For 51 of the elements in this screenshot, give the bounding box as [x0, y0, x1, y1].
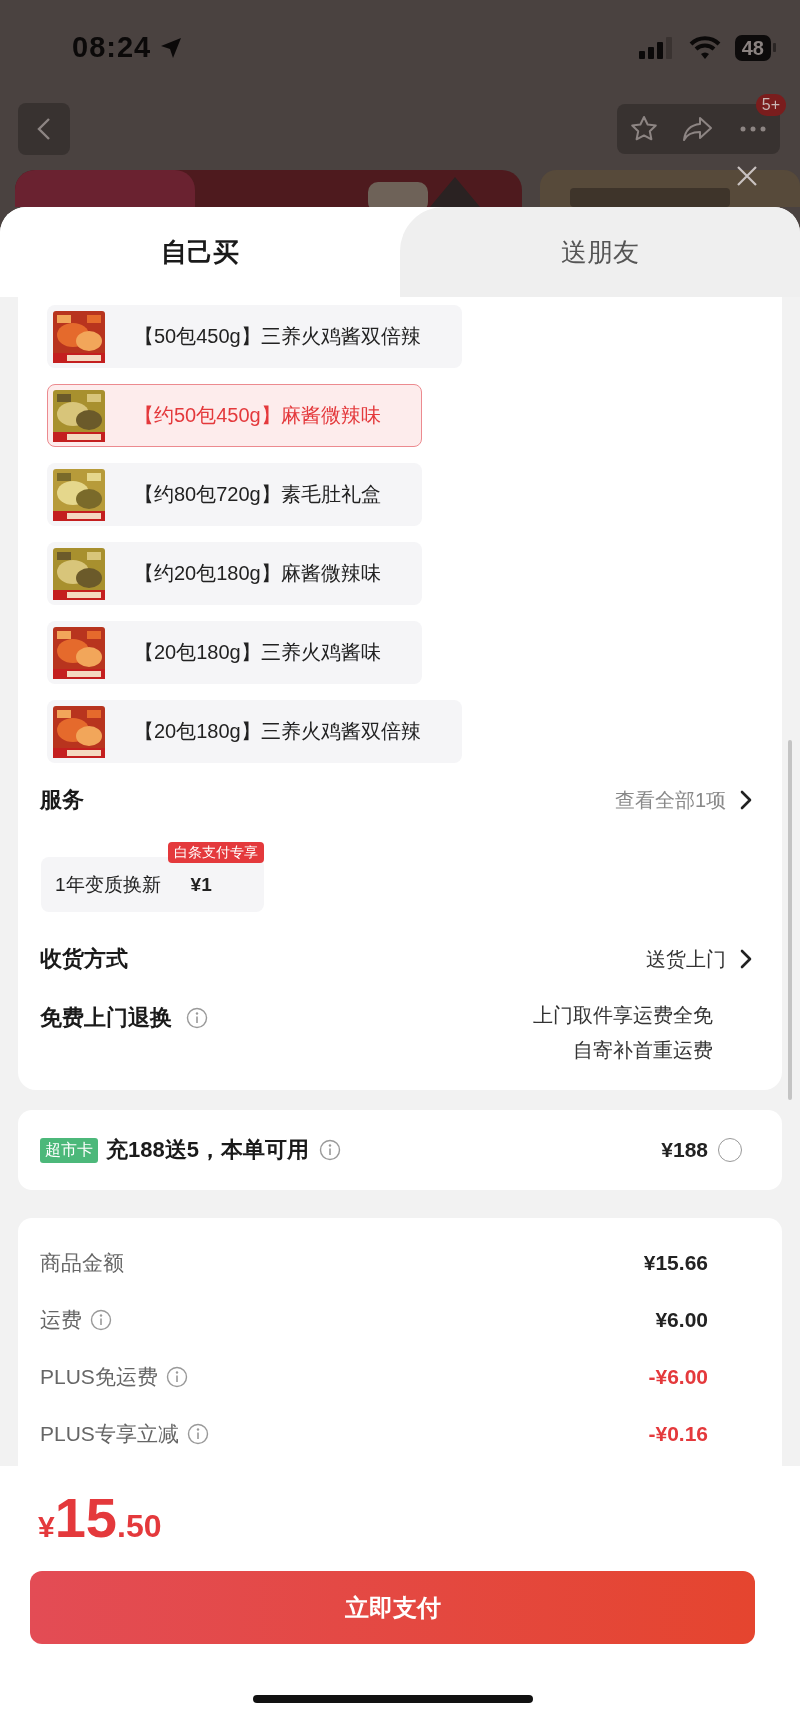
return-note: 自寄补首重运费 [572, 1038, 713, 1063]
fee-label: PLUS免运费 [40, 1363, 158, 1390]
fee-amount: ¥6.00 [655, 1307, 708, 1332]
clock-time: 08:24 [72, 31, 152, 64]
fee-label: 运费 [40, 1306, 82, 1333]
delivery-method[interactable]: 送货上门 [646, 945, 726, 973]
pay-button[interactable]: 立即支付 [30, 1571, 755, 1644]
field-label: 收货方式 [40, 945, 128, 973]
offer-price: ¥188 [661, 1138, 708, 1162]
info-icon[interactable] [318, 1139, 341, 1161]
fee-label: PLUS专享立减 [40, 1420, 179, 1447]
back-button[interactable] [18, 103, 70, 155]
variant-option[interactable]: 【约80包720g】素毛肚礼盒 [47, 463, 422, 526]
service-name: 1年变质换新 [55, 872, 161, 897]
info-icon[interactable] [90, 1308, 112, 1331]
location-arrow-icon [159, 35, 184, 60]
fee-amount: -¥0.16 [648, 1421, 708, 1446]
info-icon[interactable] [186, 1007, 208, 1029]
message-badge: 5+ [755, 94, 786, 116]
chevron-right-icon[interactable] [740, 949, 752, 969]
wifi-icon [688, 35, 721, 60]
variant-option[interactable]: 【50包450g】三养火鸡酱双倍辣 [47, 305, 462, 368]
battery-tip-icon [773, 43, 776, 52]
currency-sign: ¥ [38, 1510, 55, 1544]
variant-option[interactable]: 【约20包180g】麻酱微辣味 [47, 542, 422, 605]
fee-amount: ¥15.66 [643, 1250, 708, 1275]
offer-text: 充188送5，本单可用 [106, 1136, 309, 1164]
share-arrow-icon[interactable] [682, 115, 715, 143]
info-icon[interactable] [165, 1365, 188, 1388]
promo-badge: 白条支付专享 [168, 842, 264, 863]
service-price: ¥1 [190, 873, 212, 896]
variant-option[interactable]: 【20包180g】三养火鸡酱味 [47, 621, 422, 684]
variant-option[interactable]: 【20包180g】三养火鸡酱双倍辣 [47, 700, 462, 763]
return-note: 上门取件享运费全免 [533, 1003, 713, 1028]
card-tag: 超市卡 [40, 1137, 98, 1163]
signal-icon [638, 36, 675, 59]
chevron-right-icon[interactable] [740, 790, 752, 810]
fee-amount: -¥6.00 [648, 1364, 708, 1389]
close-icon[interactable] [735, 164, 759, 188]
price-decimal: .50 [117, 1508, 162, 1545]
fee-label: 商品金额 [40, 1249, 124, 1276]
tab[interactable]: 送朋友 [400, 207, 800, 297]
total-price: 15 [54, 1486, 117, 1550]
view-all-link[interactable]: 查看全部1项 [614, 786, 726, 814]
section-title: 服务 [40, 786, 84, 814]
info-icon[interactable] [186, 1422, 209, 1445]
variant-option[interactable]: 【约50包450g】麻酱微辣味 [47, 384, 422, 447]
field-label: 免费上门退换 [40, 1004, 172, 1032]
battery-level: 48 [734, 34, 771, 61]
more-dots-icon[interactable] [739, 126, 766, 132]
chevron-left-icon[interactable] [37, 117, 51, 141]
